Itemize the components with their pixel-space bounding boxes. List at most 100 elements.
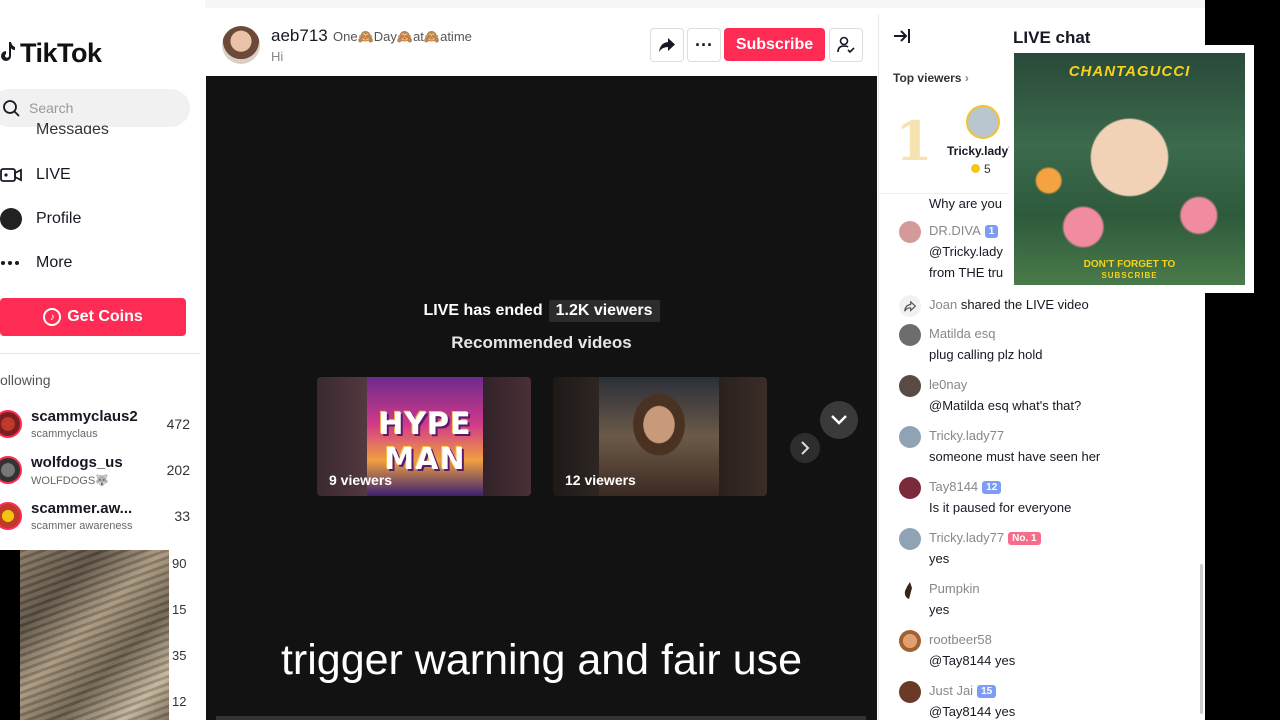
chat-username: Matilda esq [929,326,996,341]
host-username[interactable]: aeb713 [271,26,328,46]
subscribe-promo-overlay: CHANTAGUCCI DON'T FORGET TO SUBSCRIBE [1009,45,1254,293]
host-avatar[interactable] [222,26,260,64]
viewer-count: 472 [166,416,190,432]
search-icon [3,100,20,117]
promo-cta-subscribe: SUBSCRIBE [1101,271,1158,280]
sidebar-item-profile[interactable]: Profile [0,205,81,233]
scroll-down-button[interactable] [820,401,858,439]
fan-level-badge: 15 [977,685,997,698]
chat-username-text: Tricky.lady77 [929,530,1005,545]
fan-level-badge: 12 [982,481,1002,494]
overlay-black-bar [0,550,20,720]
sleeping-cat-overlay-image [20,550,169,720]
following-counts-column: 90 15 35 12 [172,556,202,720]
avatar [899,426,921,448]
avatar [899,681,921,703]
chat-message-text: @Matilda esq what's that? [929,398,1082,413]
card-viewer-count: 12 viewers [565,472,636,488]
sidebar-item-label: More [36,254,73,271]
top-viewer-rank: 1 [895,109,933,173]
following-account-row[interactable]: scammyclaus2 scammyclaus 472 [0,406,200,446]
avatar [0,410,22,438]
live-video-player[interactable]: LIVE has ended 1.2K viewers Recommended v… [206,76,877,720]
get-coins-label: Get Coins [67,308,143,325]
sidebar: TikTok Search Messages LIVE Profile More [0,0,205,720]
live-ended-text: LIVE has ended [423,302,543,319]
viewer-count: 202 [166,462,190,478]
share-button[interactable] [650,28,684,62]
avatar [899,528,921,550]
chat-message-text: someone must have seen her [929,449,1101,464]
profile-avatar-icon [0,208,22,230]
account-name: scammyclaus2 [31,408,138,425]
more-dots-icon: ··· [695,34,713,55]
viewer-count: 33 [174,508,190,524]
more-options-button[interactable]: ··· [687,28,721,62]
top-viewer-coins: 5 [971,162,991,176]
chat-message-text: @Tay8144 yes [929,704,1016,719]
chat-message-text: shared the LIVE video [960,297,1089,312]
chat-message-text: @Tricky.lady [929,244,1003,259]
subscribe-button[interactable]: Subscribe [724,28,825,61]
get-coins-button[interactable]: ♪ Get Coins [0,298,186,336]
recommended-video-card[interactable]: 12 viewers [553,377,767,496]
live-title: One🙈Day🙈at🙈atime [333,29,472,44]
search-input[interactable]: Search [29,100,73,116]
top-viewers-label: Top viewers [893,71,962,85]
recommended-video-card[interactable]: HYPE MAN 9 viewers [317,377,531,496]
account-name: scammer.aw... [31,500,133,517]
sidebar-divider [0,353,200,354]
chat-system-text: Joan shared the LIVE video [929,297,1089,312]
video-progress-track [216,716,866,720]
tiktok-logo[interactable]: TikTok [0,38,102,69]
share-arrow-icon [659,38,675,52]
chat-message-text: plug calling plz hold [929,347,1043,362]
avatar [0,456,22,484]
sidebar-item-more[interactable]: More [0,249,72,277]
following-heading: ollowing [0,372,51,388]
follow-user-button[interactable] [829,28,863,62]
account-subname: WOLFDOGS🐺 [31,475,109,487]
top-viewer-name[interactable]: Tricky.lady77 [947,144,1009,158]
viewer-count: 35 [172,648,187,663]
recommended-videos-heading: Recommended videos [451,333,632,352]
chat-message-text: @Tay8144 yes [929,653,1016,668]
user-check-icon [837,36,855,54]
sidebar-item-live[interactable]: LIVE [0,161,71,189]
account-name: wolfdogs_us [31,454,123,471]
chevron-down-icon [831,415,847,425]
chat-username: rootbeer58 [929,632,992,647]
share-arrow-icon [899,295,921,317]
fan-level-badge: 1 [984,225,999,238]
account-subname: scammyclaus [31,428,98,440]
chat-username-text: DR.DIVA [929,223,981,238]
chevron-right-icon [801,441,810,455]
top-viewers-link[interactable]: Top viewers › [893,71,969,85]
account-subname: scammer awareness [31,520,133,532]
collapse-chat-icon[interactable] [893,28,911,49]
chat-username: Tricky.lady77 [929,428,1005,443]
sidebar-item-messages[interactable]: Messages [36,122,109,134]
chat-username-text: Just Jai [929,683,974,698]
chat-message-text: Why are you [929,196,1002,211]
thumbnail-text: HYPE MAN [378,407,472,477]
chat-username: Tricky.lady77 No. 1 [929,530,1041,545]
chat-username-text: Tay8144 [929,479,979,494]
next-videos-button[interactable] [790,433,820,463]
total-viewers-badge: 1.2K viewers [548,300,660,322]
top-rank-badge: No. 1 [1008,532,1041,545]
avatar [899,579,921,601]
chat-scrollbar[interactable] [1200,564,1203,714]
overlay-caption: trigger warning and fair use [280,636,803,684]
sidebar-item-label: Profile [36,210,82,227]
sidebar-item-label: LIVE [36,166,71,183]
following-account-row[interactable]: scammer.aw... scammer awareness 33 [0,498,200,538]
chat-username: le0nay [929,377,968,392]
following-account-row[interactable]: wolfdogs_us WOLFDOGS🐺 202 [0,452,200,492]
chat-username: Pumpkin [929,581,980,596]
avatar[interactable] [966,105,1000,139]
promo-cta-text: DON'T FORGET TO [1083,259,1176,270]
cat-in-flowers-image: CHANTAGUCCI DON'T FORGET TO SUBSCRIBE [1014,53,1245,285]
avatar [0,502,22,530]
avatar [899,324,921,346]
